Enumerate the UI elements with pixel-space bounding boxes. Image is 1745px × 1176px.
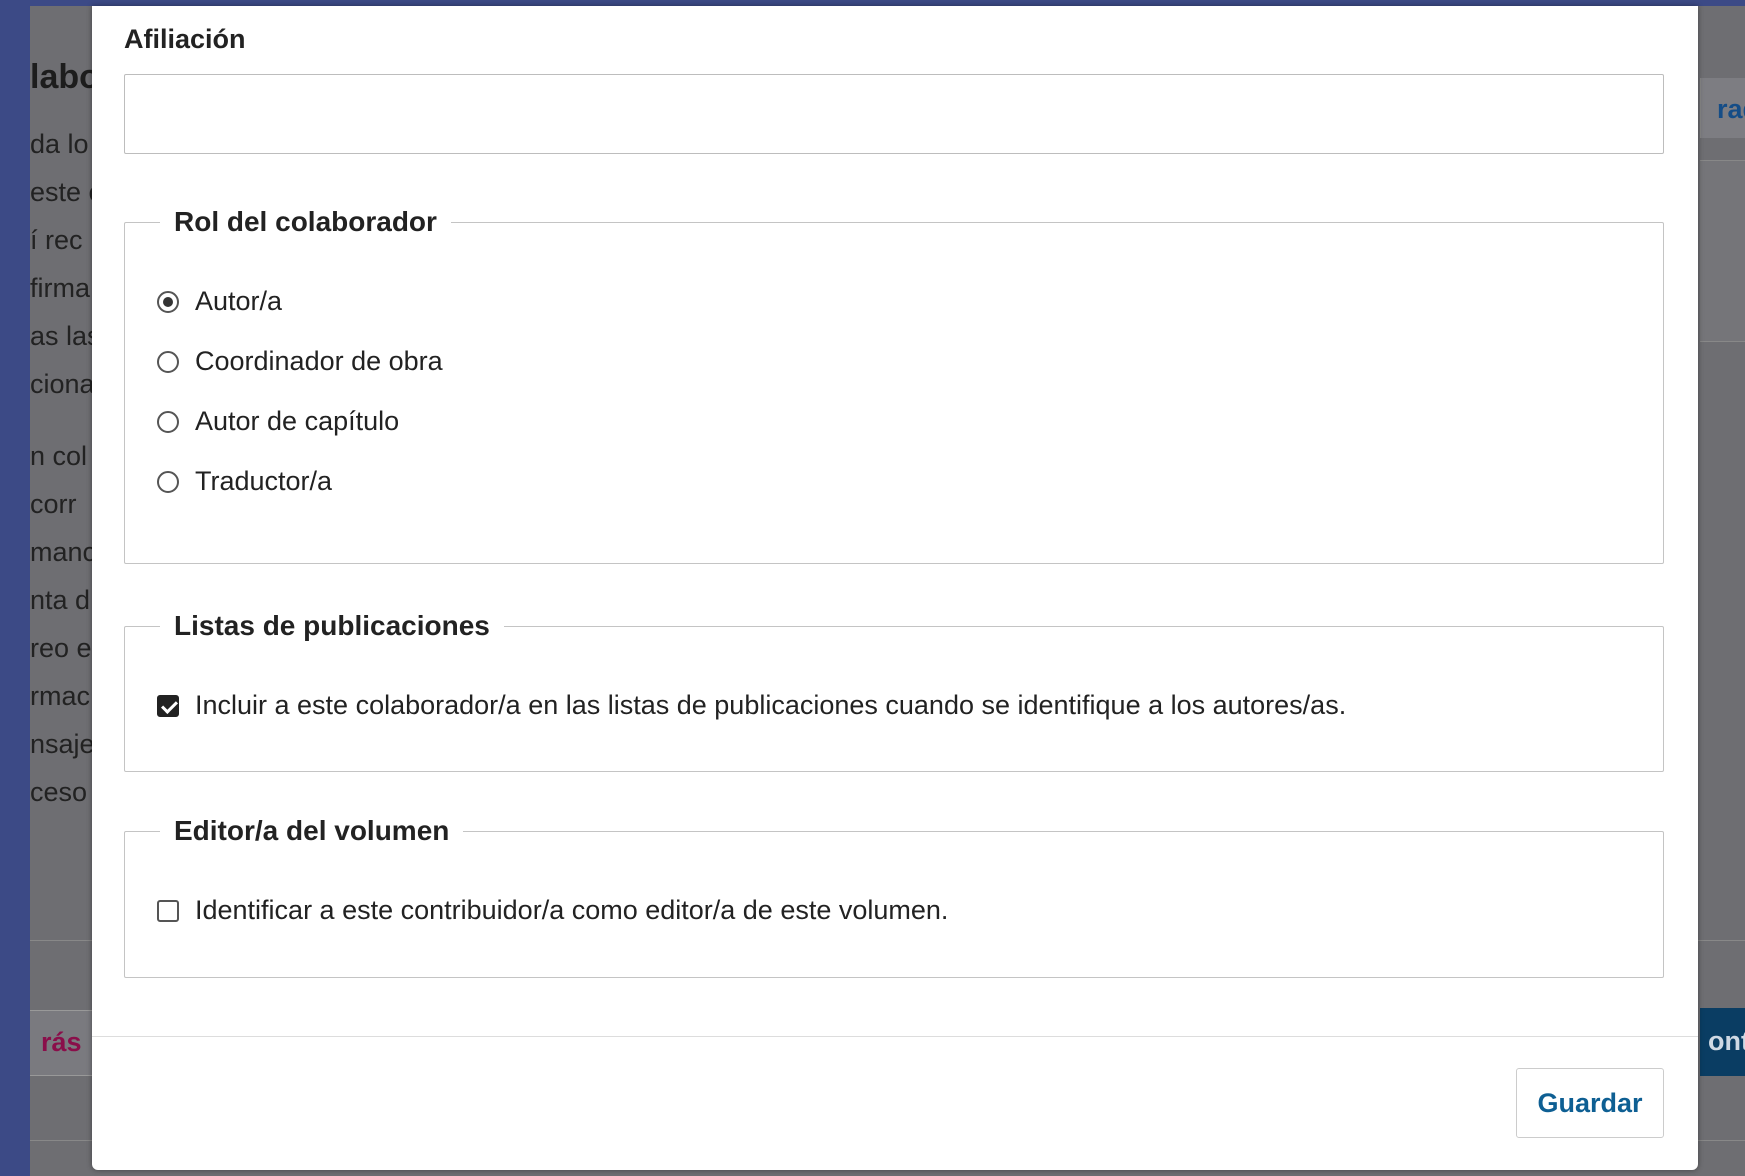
affiliation-label: Afiliación — [124, 24, 246, 54]
role-option-author[interactable]: Autor/a — [157, 286, 282, 317]
checkbox-checked-icon[interactable] — [157, 694, 179, 717]
save-button[interactable]: Guardar — [1516, 1068, 1664, 1138]
role-legend: Rol del colaborador — [174, 206, 437, 237]
radio-icon[interactable] — [157, 410, 179, 433]
radio-selected-icon[interactable] — [157, 290, 179, 313]
volume-editor-fieldset: Editor/a del volumen Identificar a este … — [124, 815, 1664, 978]
background-title: labo — [30, 58, 100, 96]
role-option-label: Autor/a — [195, 286, 283, 316]
background-back-button: rás — [30, 1010, 97, 1076]
role-option-translator[interactable]: Traductor/a — [157, 466, 332, 497]
contributor-modal: Afiliación Rol del colaborador Autor/a C… — [92, 6, 1698, 1170]
background-panel — [1700, 160, 1745, 342]
affiliation-input[interactable] — [124, 74, 1664, 154]
lists-legend: Listas de publicaciones — [174, 610, 490, 641]
checkbox-icon[interactable] — [157, 899, 179, 922]
volume-editor-label: Identificar a este contribuidor/a como e… — [195, 895, 949, 925]
include-in-lists-label: Incluir a este colaborador/a en las list… — [195, 690, 1347, 720]
role-option-coordinator[interactable]: Coordinador de obra — [157, 346, 443, 377]
role-option-label: Autor de capítulo — [195, 406, 400, 436]
lists-fieldset: Listas de publicaciones Incluir a este c… — [124, 610, 1664, 772]
radio-icon[interactable] — [157, 470, 179, 493]
role-option-label: Coordinador de obra — [195, 346, 443, 376]
modal-footer-divider — [92, 1036, 1698, 1037]
volume-editor-option[interactable]: Identificar a este contribuidor/a como e… — [157, 895, 948, 926]
role-option-label: Traductor/a — [195, 466, 333, 496]
background-tab: rad — [1700, 78, 1745, 138]
role-option-chapter-author[interactable]: Autor de capítulo — [157, 406, 399, 437]
role-fieldset: Rol del colaborador Autor/a Coordinador … — [124, 206, 1664, 564]
radio-icon[interactable] — [157, 350, 179, 373]
volume-editor-legend: Editor/a del volumen — [174, 815, 450, 846]
include-in-lists-option[interactable]: Incluir a este colaborador/a en las list… — [157, 690, 1346, 721]
background-continue-button: ont — [1700, 1008, 1745, 1076]
